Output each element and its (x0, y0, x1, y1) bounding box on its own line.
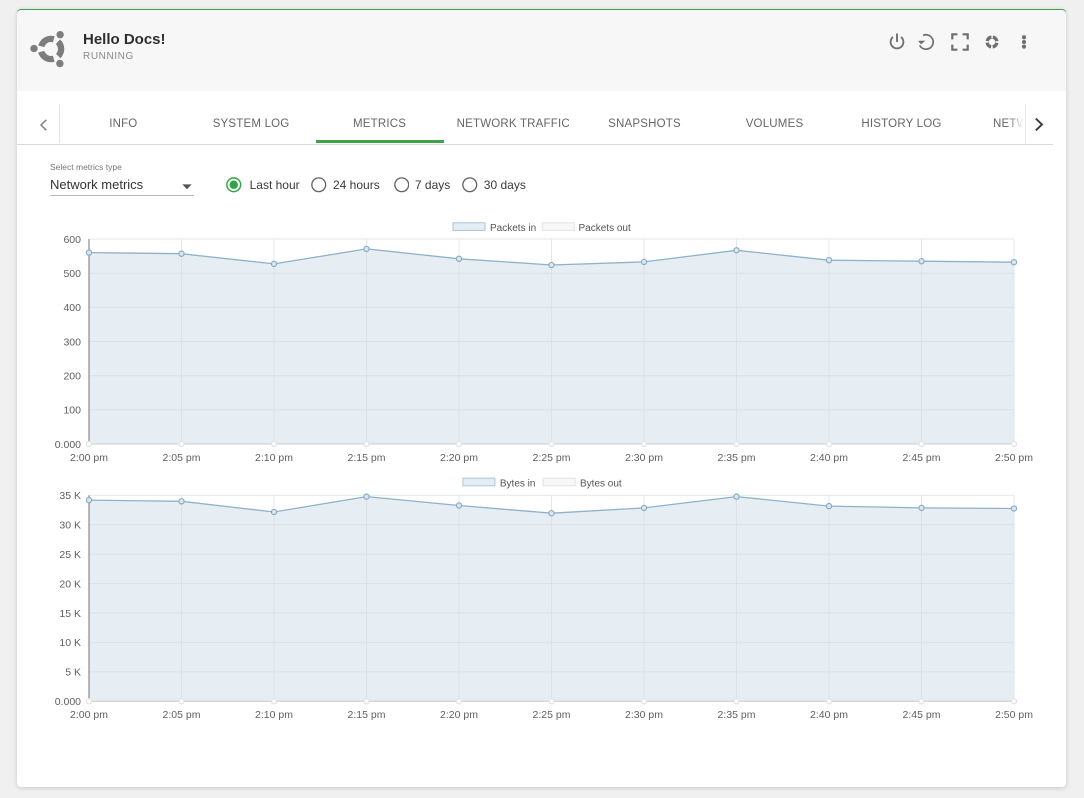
svg-text:200: 200 (63, 371, 81, 383)
svg-text:2:15 pm: 2:15 pm (348, 452, 386, 464)
svg-text:25 K: 25 K (59, 549, 81, 561)
svg-text:2:40 pm: 2:40 pm (810, 709, 848, 721)
svg-text:2:20 pm: 2:20 pm (440, 709, 478, 721)
svg-text:2:10 pm: 2:10 pm (255, 452, 293, 464)
svg-text:300: 300 (63, 336, 81, 348)
svg-text:600: 600 (63, 234, 81, 246)
svg-text:0.000: 0.000 (55, 696, 81, 708)
svg-text:2:35 pm: 2:35 pm (718, 452, 756, 464)
svg-text:2:40 pm: 2:40 pm (810, 452, 848, 464)
svg-text:2:30 pm: 2:30 pm (625, 452, 663, 464)
svg-text:2:00 pm: 2:00 pm (70, 709, 108, 721)
svg-text:2:30 pm: 2:30 pm (625, 709, 663, 721)
svg-text:Bytes in: Bytes in (500, 478, 536, 489)
svg-text:2:00 pm: 2:00 pm (70, 452, 108, 464)
svg-text:2:15 pm: 2:15 pm (348, 709, 386, 721)
svg-text:100: 100 (63, 405, 81, 417)
svg-text:Packets out: Packets out (579, 223, 631, 234)
svg-text:15 K: 15 K (59, 608, 81, 620)
svg-text:0.000: 0.000 (55, 439, 81, 451)
svg-text:Packets in: Packets in (490, 223, 536, 234)
svg-text:2:50 pm: 2:50 pm (995, 452, 1033, 464)
svg-text:2:10 pm: 2:10 pm (255, 709, 293, 721)
svg-text:2:35 pm: 2:35 pm (718, 709, 756, 721)
svg-text:2:25 pm: 2:25 pm (533, 709, 571, 721)
svg-text:500: 500 (63, 268, 81, 280)
svg-text:2:20 pm: 2:20 pm (440, 452, 478, 464)
svg-text:35 K: 35 K (59, 490, 81, 502)
svg-text:5 K: 5 K (65, 667, 81, 679)
svg-text:20 K: 20 K (59, 578, 81, 590)
svg-text:2:25 pm: 2:25 pm (533, 452, 571, 464)
svg-text:2:50 pm: 2:50 pm (995, 709, 1033, 721)
svg-text:2:45 pm: 2:45 pm (903, 452, 941, 464)
svg-text:2:05 pm: 2:05 pm (163, 452, 201, 464)
svg-text:Bytes out: Bytes out (580, 478, 622, 489)
svg-text:2:05 pm: 2:05 pm (163, 709, 201, 721)
svg-text:30 K: 30 K (59, 520, 81, 532)
svg-text:400: 400 (63, 302, 81, 314)
svg-text:2:45 pm: 2:45 pm (903, 709, 941, 721)
svg-text:10 K: 10 K (59, 637, 81, 649)
